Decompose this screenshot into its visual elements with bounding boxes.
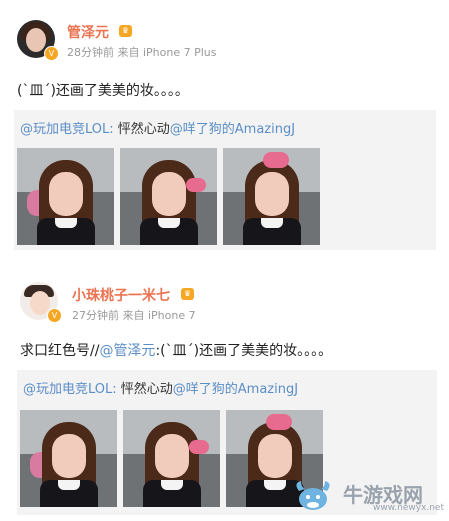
post-text: 求口红色号//@管泽元:(`皿´)还画了美美的妆。。。。: [20, 340, 332, 360]
photo-collar: [58, 480, 80, 490]
photo-collar: [158, 218, 180, 228]
photo-face: [49, 172, 83, 216]
vip-crown-icon: ♛: [181, 288, 194, 300]
photo-hairclip: [263, 152, 289, 168]
post-text-prefix: 求口红色号//: [20, 343, 100, 359]
photo-face: [155, 434, 189, 478]
repost-text: @玩加电竞LOL: 怦然心动@咩了狗的AmazingJ: [23, 378, 298, 397]
post-text-suffix: :(`皿´)还画了美美的妆。。。。: [155, 343, 333, 359]
repost-author-link[interactable]: @玩加电竞LOL:: [23, 382, 117, 397]
photo-1[interactable]: [17, 148, 114, 245]
watermark-url: www.newyx.net: [373, 503, 445, 513]
bull-logo-icon: [296, 481, 330, 510]
photo-2[interactable]: [123, 410, 220, 507]
photo-face: [52, 434, 86, 478]
photo-hairclip: [266, 414, 292, 430]
site-watermark: 牛游戏网 www.newyx.net: [296, 477, 444, 517]
username[interactable]: 小珠桃子一米七: [72, 285, 170, 305]
photo-collar: [161, 480, 183, 490]
post-meta: 27分钟前 来自 iPhone 7: [72, 309, 196, 322]
photo-hairclip: [189, 440, 209, 454]
photo-2[interactable]: [120, 148, 217, 245]
repost-body: 怦然心动: [116, 382, 173, 397]
photo-collar: [55, 218, 77, 228]
repost-body: 怦然心动: [113, 122, 170, 137]
photo-1[interactable]: [20, 410, 117, 507]
photo-face: [255, 172, 289, 216]
username[interactable]: 管泽元: [67, 22, 109, 42]
post-meta: 28分钟前 来自 iPhone 7 Plus: [67, 46, 217, 59]
verified-badge-icon: V: [47, 308, 62, 323]
post-text: (`皿´)还画了美美的妆。。。。: [17, 83, 189, 99]
photo-face: [152, 172, 186, 216]
repost-mention-link[interactable]: @咩了狗的AmazingJ: [173, 382, 298, 397]
verified-badge-icon: V: [44, 46, 59, 61]
mention-link[interactable]: @管泽元: [99, 343, 155, 359]
repost-text: @玩加电竞LOL: 怦然心动@咩了狗的AmazingJ: [20, 118, 295, 137]
weibo-post-1: V 管泽元 ♛ 28分钟前 来自 iPhone 7 Plus (`皿´)还画了美…: [0, 0, 449, 258]
avatar-face: [26, 28, 46, 52]
vip-crown-icon: ♛: [119, 25, 132, 37]
photo-face: [258, 434, 292, 478]
photo-collar: [261, 218, 283, 228]
photo-3[interactable]: [223, 148, 320, 245]
repost-box[interactable]: @玩加电竞LOL: 怦然心动@咩了狗的AmazingJ: [14, 110, 436, 250]
repost-author-link[interactable]: @玩加电竞LOL:: [20, 122, 114, 137]
repost-mention-link[interactable]: @咩了狗的AmazingJ: [170, 122, 295, 137]
photo-hairclip: [186, 178, 206, 192]
photo-collar: [264, 480, 286, 490]
